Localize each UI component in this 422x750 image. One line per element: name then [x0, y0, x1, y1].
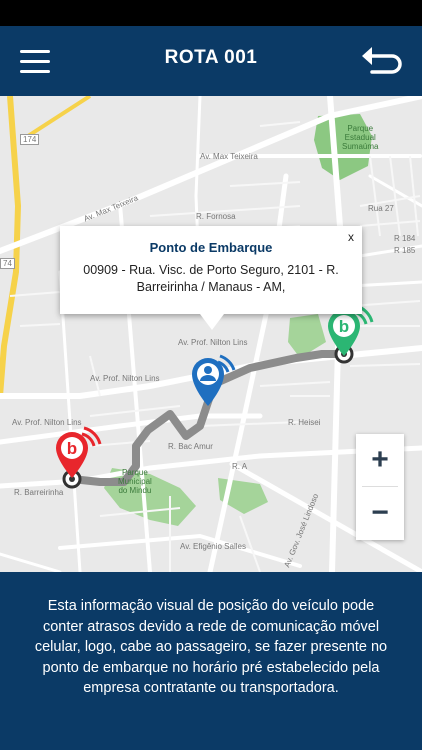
- svg-text:b: b: [339, 317, 349, 336]
- street-label: R 184: [394, 234, 416, 243]
- street-label: R. Fornosa: [196, 212, 236, 221]
- status-bar: [0, 0, 422, 26]
- park-mindu-label: Parque Municipal do Mindu: [118, 468, 152, 495]
- popup-title: Ponto de Embarque: [149, 240, 273, 255]
- road-shield: 74: [0, 258, 15, 269]
- zoom-out-button[interactable]: −: [356, 487, 404, 539]
- info-panel: Esta informação visual de posição do veí…: [0, 572, 422, 750]
- zoom-controls: + −: [356, 434, 404, 540]
- app-bar: ROTA 001: [0, 26, 422, 96]
- street-label: Rua 27: [368, 204, 394, 213]
- street-label: R. Heisei: [288, 418, 321, 427]
- street-label: Av. Efigênio Salles: [180, 542, 246, 551]
- disclaimer-text: Esta informação visual de posição do veí…: [34, 598, 388, 696]
- popup-address: 00909 - Rua. Visc. de Porto Seguro, 2101…: [83, 263, 339, 294]
- street-label: R. Barreirinha: [14, 488, 64, 497]
- street-label: Av. Max Teixeira: [200, 152, 258, 161]
- page-title: ROTA 001: [164, 47, 258, 68]
- zoom-in-button[interactable]: +: [356, 434, 404, 486]
- passenger-location-pin-icon[interactable]: [190, 354, 236, 406]
- road-shield: 174: [20, 134, 40, 145]
- street-label: Av. Prof. Nilton Lins: [178, 338, 248, 347]
- svg-text:b: b: [67, 439, 77, 458]
- park-sumauma-label: Parque Estadual Sumaúma: [342, 124, 379, 151]
- street-label: R. Bac Amur: [168, 442, 213, 451]
- street-label: Av. Prof. Nilton Lins: [90, 374, 160, 383]
- street-label: R 185: [394, 246, 416, 255]
- boarding-point-popup: x Ponto de Embarque 00909 - Rua. Visc. d…: [60, 226, 362, 330]
- return-arrow-icon[interactable]: [360, 44, 404, 78]
- brand-b-location-pin-icon[interactable]: b: [52, 426, 102, 478]
- street-label: R. A: [232, 462, 248, 471]
